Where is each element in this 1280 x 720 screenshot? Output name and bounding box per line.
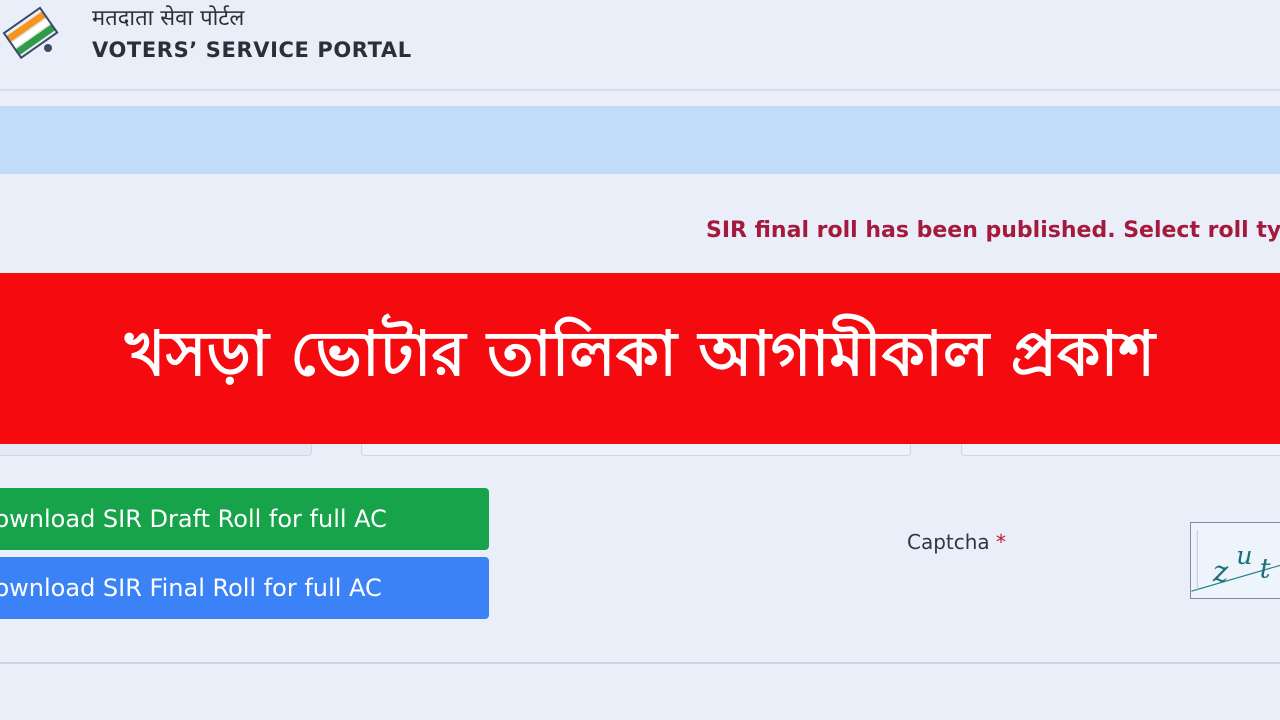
required-mark: * <box>996 530 1007 554</box>
svg-text:t: t <box>1260 554 1271 585</box>
download-final-roll-label: Download SIR Final Roll for full AC <box>0 574 382 602</box>
banner-text: খসড়া ভোটার তালিকা আগামীকাল প্রকাশ <box>124 317 1156 390</box>
form-divider <box>0 662 1280 664</box>
svg-text:z: z <box>1212 554 1229 588</box>
eci-ballot-logo-icon <box>2 6 59 60</box>
news-banner: খসড়া ভোটার তালিকা আগামীকাল প্রকাশ <box>0 273 1280 444</box>
captcha-label: Captcha * <box>907 530 1006 554</box>
captcha-label-text: Captcha <box>907 530 990 554</box>
header-divider <box>0 89 1280 91</box>
nav-bar <box>0 106 1280 174</box>
svg-text:u: u <box>1236 540 1252 570</box>
portal-title-hindi: मतदाता सेवा पोर्टल <box>92 6 245 31</box>
captcha-image: z u t <box>1190 522 1280 599</box>
download-draft-roll-label: Download SIR Draft Roll for full AC <box>0 505 387 533</box>
download-final-roll-button[interactable]: Download SIR Final Roll for full AC <box>0 557 489 619</box>
portal-title: VOTERS’ SERVICE PORTAL <box>92 38 412 62</box>
final-roll-notice: SIR final roll has been published. Selec… <box>706 218 1280 243</box>
download-draft-roll-button[interactable]: Download SIR Draft Roll for full AC <box>0 488 489 550</box>
